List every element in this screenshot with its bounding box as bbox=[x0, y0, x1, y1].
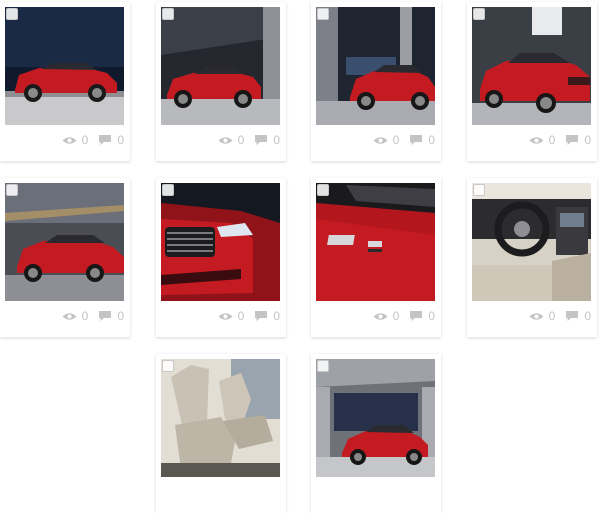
views-count: 0 bbox=[392, 309, 400, 323]
card-stats: 0 0 bbox=[363, 132, 435, 148]
car-photo bbox=[5, 7, 124, 125]
comments-stat: 0 bbox=[565, 133, 591, 147]
views-count: 0 bbox=[548, 133, 556, 147]
views-count: 0 bbox=[81, 133, 89, 147]
views-stat: 0 bbox=[373, 133, 400, 147]
thumbnail-image[interactable] bbox=[161, 183, 280, 301]
car-photo bbox=[161, 183, 280, 301]
eye-icon bbox=[62, 136, 77, 144]
select-checkbox[interactable] bbox=[162, 360, 174, 372]
car-photo bbox=[161, 7, 280, 125]
eye-icon bbox=[529, 312, 544, 320]
card-stats: 0 0 bbox=[519, 132, 591, 148]
car-photo bbox=[472, 7, 591, 125]
thumbnail-image[interactable] bbox=[316, 183, 435, 301]
thumbnail-image[interactable] bbox=[472, 7, 591, 125]
car-photo bbox=[472, 183, 591, 301]
car-photo bbox=[316, 183, 435, 301]
comments-count: 0 bbox=[428, 309, 435, 323]
thumbnail-image[interactable] bbox=[161, 7, 280, 125]
eye-icon bbox=[218, 312, 233, 320]
gallery-card[interactable]: 0 0 bbox=[467, 2, 597, 161]
views-stat: 0 bbox=[529, 309, 556, 323]
speech-bubble-icon bbox=[99, 311, 112, 321]
select-checkbox[interactable] bbox=[162, 184, 174, 196]
card-stats: 0 0 bbox=[519, 308, 591, 324]
thumbnail-image[interactable] bbox=[5, 183, 124, 301]
views-stat: 0 bbox=[62, 309, 89, 323]
select-checkbox[interactable] bbox=[317, 360, 329, 372]
comments-stat: 0 bbox=[409, 309, 435, 323]
comments-stat: 0 bbox=[254, 133, 280, 147]
select-checkbox[interactable] bbox=[317, 184, 329, 196]
comments-count: 0 bbox=[584, 309, 591, 323]
select-checkbox[interactable] bbox=[473, 8, 485, 20]
gallery-card[interactable]: 0 0 bbox=[0, 2, 130, 161]
select-checkbox[interactable] bbox=[317, 8, 329, 20]
thumbnail-image[interactable] bbox=[161, 359, 280, 477]
car-photo bbox=[161, 359, 280, 477]
gallery-card[interactable]: 0 0 bbox=[467, 178, 597, 337]
views-count: 0 bbox=[81, 309, 89, 323]
card-stats: 0 0 bbox=[52, 132, 124, 148]
comments-stat: 0 bbox=[254, 309, 280, 323]
speech-bubble-icon bbox=[566, 311, 579, 321]
comments-stat: 0 bbox=[409, 133, 435, 147]
select-checkbox[interactable] bbox=[473, 184, 485, 196]
speech-bubble-icon bbox=[566, 135, 579, 145]
speech-bubble-icon bbox=[99, 135, 112, 145]
views-count: 0 bbox=[392, 133, 400, 147]
gallery-card[interactable]: 0 0 bbox=[0, 178, 130, 337]
card-stats: 0 0 bbox=[208, 308, 280, 324]
eye-icon bbox=[373, 136, 388, 144]
card-stats: 0 0 bbox=[363, 308, 435, 324]
gallery-card[interactable]: 0 0 bbox=[311, 178, 441, 337]
comments-stat: 0 bbox=[98, 133, 124, 147]
car-photo bbox=[5, 183, 124, 301]
comments-count: 0 bbox=[428, 133, 435, 147]
gallery-card[interactable] bbox=[156, 354, 286, 513]
gallery-card[interactable] bbox=[311, 354, 441, 513]
views-stat: 0 bbox=[218, 133, 245, 147]
thumbnail-image[interactable] bbox=[472, 183, 591, 301]
speech-bubble-icon bbox=[410, 311, 423, 321]
eye-icon bbox=[529, 136, 544, 144]
eye-icon bbox=[62, 312, 77, 320]
views-stat: 0 bbox=[218, 309, 245, 323]
comments-count: 0 bbox=[584, 133, 591, 147]
select-checkbox[interactable] bbox=[6, 184, 18, 196]
select-checkbox[interactable] bbox=[6, 8, 18, 20]
views-stat: 0 bbox=[62, 133, 89, 147]
card-stats: 0 0 bbox=[52, 308, 124, 324]
car-photo bbox=[316, 7, 435, 125]
comments-count: 0 bbox=[273, 309, 280, 323]
card-stats: 0 0 bbox=[208, 132, 280, 148]
thumbnail-image[interactable] bbox=[316, 7, 435, 125]
comments-stat: 0 bbox=[98, 309, 124, 323]
views-stat: 0 bbox=[529, 133, 556, 147]
thumbnail-image[interactable] bbox=[5, 7, 124, 125]
views-count: 0 bbox=[237, 309, 245, 323]
thumbnail-image[interactable] bbox=[316, 359, 435, 477]
speech-bubble-icon bbox=[255, 311, 268, 321]
speech-bubble-icon bbox=[255, 135, 268, 145]
car-photo bbox=[316, 359, 435, 477]
select-checkbox[interactable] bbox=[162, 8, 174, 20]
eye-icon bbox=[218, 136, 233, 144]
speech-bubble-icon bbox=[410, 135, 423, 145]
comments-count: 0 bbox=[273, 133, 280, 147]
views-count: 0 bbox=[548, 309, 556, 323]
gallery-card[interactable]: 0 0 bbox=[156, 178, 286, 337]
views-stat: 0 bbox=[373, 309, 400, 323]
comments-stat: 0 bbox=[565, 309, 591, 323]
views-count: 0 bbox=[237, 133, 245, 147]
comments-count: 0 bbox=[117, 133, 124, 147]
eye-icon bbox=[373, 312, 388, 320]
gallery-card[interactable]: 0 0 bbox=[156, 2, 286, 161]
comments-count: 0 bbox=[117, 309, 124, 323]
gallery-card[interactable]: 0 0 bbox=[311, 2, 441, 161]
